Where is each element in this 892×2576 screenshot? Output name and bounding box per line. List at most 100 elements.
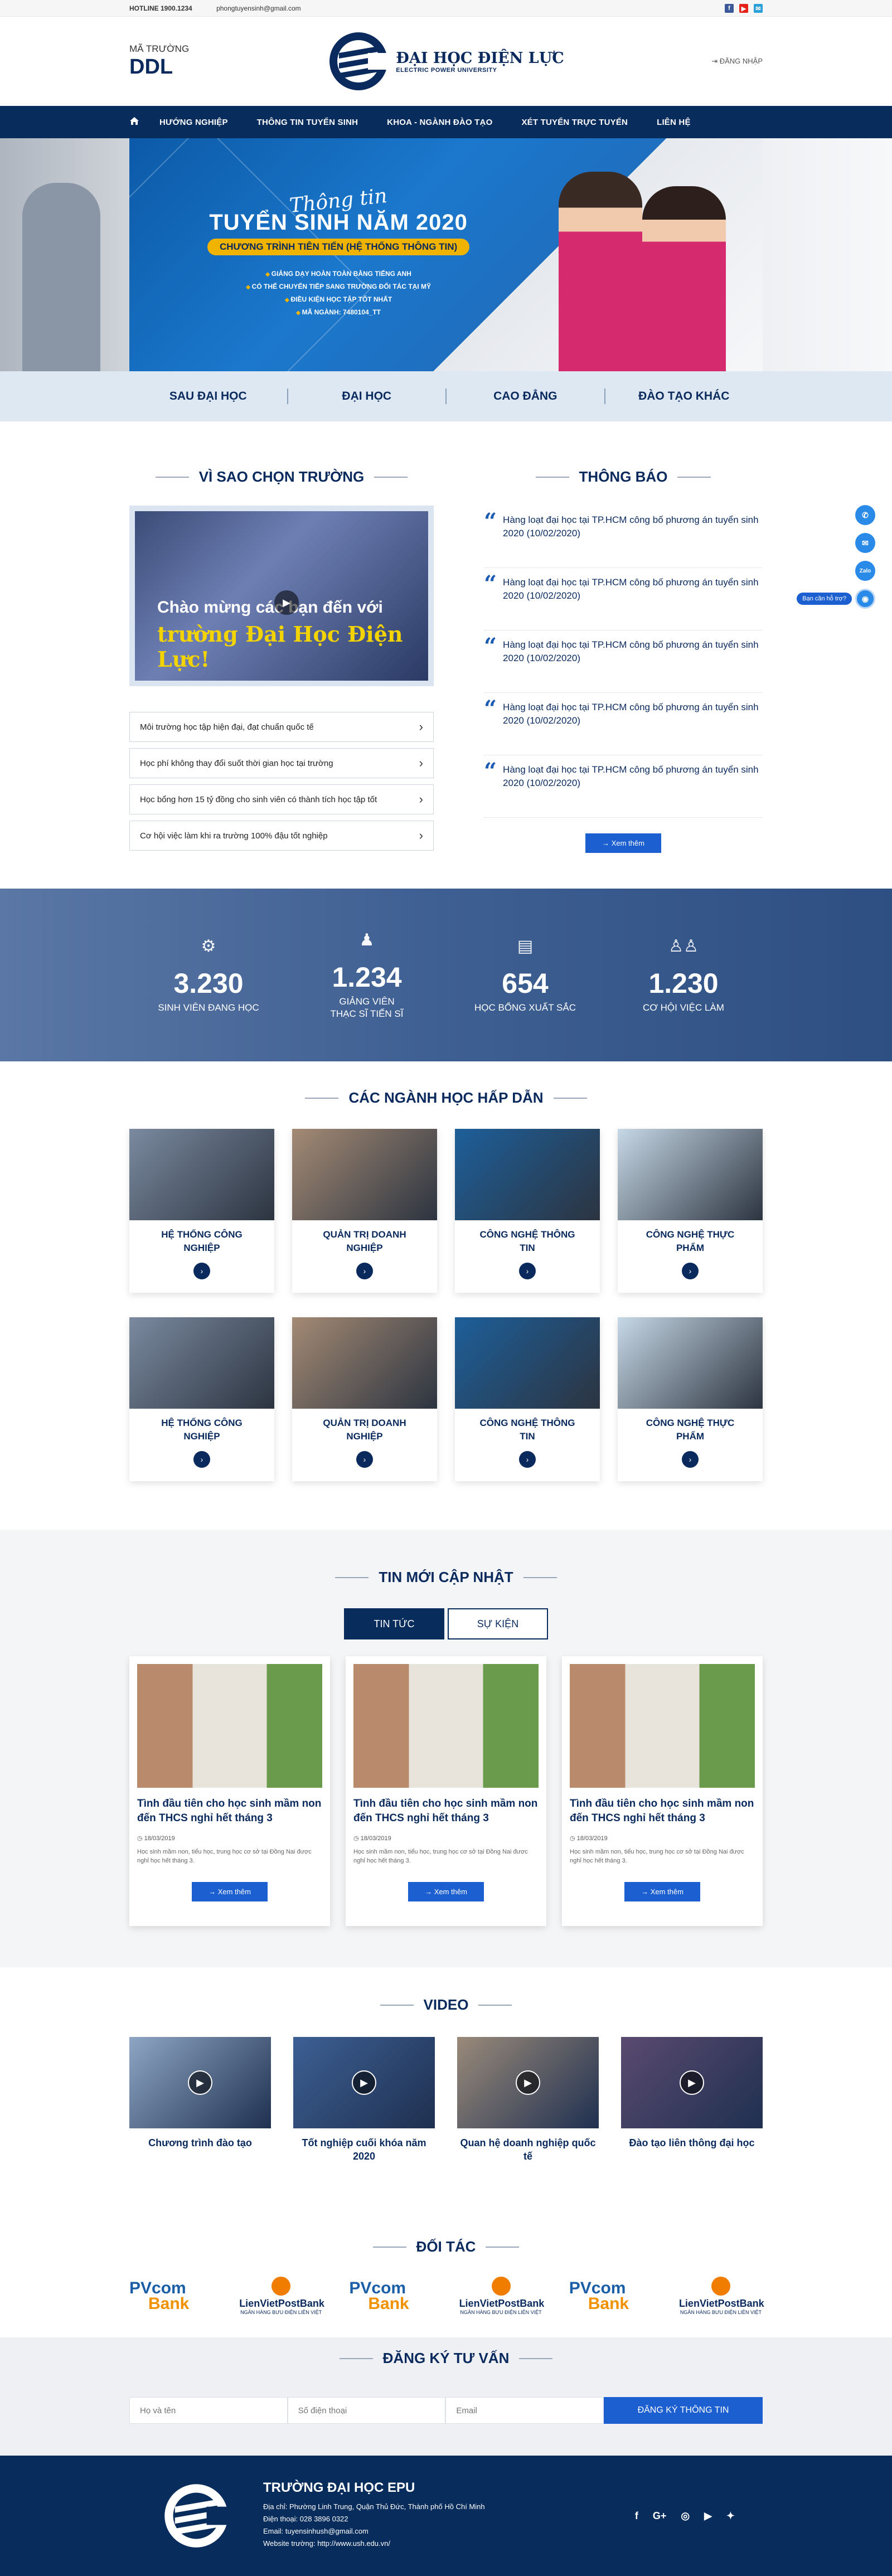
youtube-icon[interactable]: ▶	[704, 2510, 712, 2522]
play-icon[interactable]: ▶	[188, 2070, 212, 2095]
name-field[interactable]	[129, 2397, 288, 2424]
login-link[interactable]: ⇥ ĐĂNG NHẬP	[595, 57, 763, 66]
nav-item-huong-nghiep[interactable]: HƯỚNG NGHIỆP	[145, 118, 243, 127]
why-item[interactable]: Học phí không thay đổi suốt thời gian họ…	[129, 748, 434, 778]
notice-text: Hàng loạt đại học tại TP.HCM công bố phư…	[503, 515, 759, 539]
notice-item[interactable]: “Hàng loạt đại học tại TP.HCM công bố ph…	[484, 693, 763, 755]
help-widget[interactable]: Bạn cần hỗ trợ? ◉	[797, 589, 875, 609]
nav-item-lien-he[interactable]: LIÊN HỆ	[642, 118, 705, 127]
lienvietpostbank-logo[interactable]: LienVietPostBank NGÂN HÀNG BƯU ĐIỆN LIÊN …	[459, 2277, 544, 2315]
intro-video-line2: trường Đại Học Điện Lực!	[157, 622, 403, 672]
hero-banner[interactable]: Thông tin TUYỂN SINH NĂM 2020 CHƯƠNG TRÌ…	[0, 138, 892, 371]
phone-icon[interactable]: ✆	[855, 505, 875, 525]
person-icon: ♟	[359, 930, 375, 949]
news-card[interactable]: Tình đầu tiên cho học sinh mầm non đến T…	[129, 1656, 330, 1926]
video-title: VIDEO	[129, 1996, 763, 2014]
arrow-right-icon[interactable]: ›	[356, 1451, 373, 1468]
submit-button[interactable]: ĐĂNG KÝ THÔNG TIN	[604, 2397, 763, 2424]
arrow-right-icon[interactable]: ›	[519, 1451, 536, 1468]
footer-logo[interactable]	[129, 2482, 263, 2549]
why-item[interactable]: Cơ hội việc làm khi ra trường 100% đậu t…	[129, 821, 434, 851]
video-caption[interactable]: Chương trình đào tạo	[129, 2136, 271, 2150]
major-card[interactable]: QUẢN TRỊ DOANH NGHIỆP ›	[292, 1317, 437, 1481]
footer-website[interactable]: Website trường: http://www.ush.edu.vn/	[263, 2538, 635, 2550]
arrow-right-icon: →	[602, 839, 612, 847]
pvcombank-logo[interactable]: PVcom Bank	[569, 2279, 653, 2312]
email-field[interactable]	[445, 2397, 604, 2424]
youtube-icon[interactable]: ▶	[739, 4, 748, 13]
home-icon[interactable]	[129, 117, 145, 128]
arrow-right-icon[interactable]: ›	[193, 1263, 210, 1279]
why-item[interactable]: Học bổng hơn 15 tỷ đồng cho sinh viên có…	[129, 784, 434, 814]
news-more-button[interactable]: → Xem thêm	[408, 1882, 484, 1901]
major-card[interactable]: QUẢN TRỊ DOANH NGHIỆP ›	[292, 1129, 437, 1293]
news-title-text[interactable]: Tình đầu tiên cho học sinh mầm non đến T…	[570, 1797, 755, 1826]
arrow-right-icon[interactable]: ›	[356, 1263, 373, 1279]
quote-icon: “	[484, 571, 497, 597]
site-logo[interactable]: ĐẠI HỌC ĐIỆN LỰC ELECTRIC POWER UNIVERSI…	[297, 31, 595, 92]
tab-news[interactable]: TIN TỨC	[344, 1608, 444, 1639]
notice-more-button[interactable]: → Xem thêm	[585, 833, 661, 853]
tab-dao-tao-khac[interactable]: ĐÀO TẠO KHÁC	[605, 389, 763, 404]
major-card[interactable]: CÔNG NGHỆ THÔNG TIN ›	[455, 1129, 600, 1293]
tab-dai-hoc[interactable]: ĐẠI HỌC	[288, 389, 447, 404]
news-title-text[interactable]: Tình đầu tiên cho học sinh mầm non đến T…	[137, 1797, 322, 1826]
play-icon[interactable]: ▶	[516, 2070, 540, 2095]
notice-item[interactable]: “Hàng loạt đại học tại TP.HCM công bố ph…	[484, 755, 763, 818]
zalo-icon[interactable]: Zalo	[855, 561, 875, 581]
tab-cao-dang[interactable]: CAO ĐẲNG	[447, 389, 605, 404]
major-card[interactable]: HỆ THỐNG CÔNG NGHIỆP ›	[129, 1317, 274, 1481]
instagram-icon[interactable]: ◎	[681, 2510, 690, 2522]
major-card[interactable]: HỆ THỐNG CÔNG NGHIỆP ›	[129, 1129, 274, 1293]
notice-item[interactable]: “Hàng loạt đại học tại TP.HCM công bố ph…	[484, 506, 763, 568]
video-card[interactable]: ▶ Chương trình đào tạo	[129, 2037, 271, 2163]
news-more-button[interactable]: → Xem thêm	[192, 1882, 268, 1901]
major-card[interactable]: CÔNG NGHỆ THỰC PHẨM ›	[618, 1129, 763, 1293]
twitter-icon[interactable]: ✦	[726, 2510, 735, 2522]
pvcombank-logo[interactable]: PVcom Bank	[129, 2279, 213, 2312]
news-title-text[interactable]: Tình đầu tiên cho học sinh mầm non đến T…	[353, 1797, 539, 1826]
lienvietpostbank-logo[interactable]: LienVietPostBank NGÂN HÀNG BƯU ĐIỆN LIÊN …	[239, 2277, 324, 2315]
nav-item-xet-tuyen[interactable]: XÉT TUYỂN TRỰC TUYẾN	[507, 118, 642, 127]
why-item[interactable]: Môi trường học tập hiện đại, đạt chuẩn q…	[129, 712, 434, 742]
why-title: VÌ SAO CHỌN TRƯỜNG	[129, 468, 434, 486]
facebook-icon[interactable]: f	[635, 2510, 638, 2522]
intro-video[interactable]: Chào mừng các bạn đến với trường Đại Học…	[129, 506, 434, 686]
major-card[interactable]: CÔNG NGHỆ THỰC PHẨM ›	[618, 1317, 763, 1481]
nav-item-tuyen-sinh[interactable]: THÔNG TIN TUYỂN SINH	[243, 118, 373, 127]
tab-sau-dai-hoc[interactable]: SAU ĐẠI HỌC	[129, 389, 288, 404]
video-caption[interactable]: Quan hệ doanh nghiệp quốc tế	[457, 2136, 599, 2163]
google-plus-icon[interactable]: G+	[653, 2510, 667, 2522]
video-caption[interactable]: Tốt nghiệp cuối khóa năm 2020	[293, 2136, 435, 2163]
pvcombank-logo[interactable]: PVcom Bank	[349, 2279, 433, 2312]
news-card[interactable]: Tình đầu tiên cho học sinh mầm non đến T…	[346, 1656, 546, 1926]
consult-form: ĐĂNG KÝ THÔNG TIN	[129, 2397, 763, 2424]
notice-item[interactable]: “Hàng loạt đại học tại TP.HCM công bố ph…	[484, 568, 763, 630]
video-caption[interactable]: Đào tạo liên thông đại học	[621, 2136, 763, 2150]
phone-field[interactable]	[287, 2397, 446, 2424]
partner-name-sub: NGÂN HÀNG BƯU ĐIỆN LIÊN VIỆT	[460, 2310, 542, 2315]
notice-item[interactable]: “Hàng loạt đại học tại TP.HCM công bố ph…	[484, 630, 763, 693]
news-card[interactable]: Tình đầu tiên cho học sinh mầm non đến T…	[562, 1656, 763, 1926]
arrow-right-icon[interactable]: ›	[519, 1263, 536, 1279]
email-icon[interactable]: ✉	[754, 4, 763, 13]
video-card[interactable]: ▶ Tốt nghiệp cuối khóa năm 2020	[293, 2037, 435, 2163]
video-card[interactable]: ▶ Quan hệ doanh nghiệp quốc tế	[457, 2037, 599, 2163]
nav-item-khoa-nganh[interactable]: KHOA - NGÀNH ĐÀO TẠO	[372, 118, 507, 127]
arrow-right-icon[interactable]: ›	[682, 1263, 699, 1279]
video-card[interactable]: ▶ Đào tạo liên thông đại học	[621, 2037, 763, 2163]
play-icon[interactable]: ▶	[274, 590, 299, 615]
messenger-icon[interactable]: ✉	[855, 533, 875, 553]
play-icon[interactable]: ▶	[680, 2070, 704, 2095]
footer-phone: Điện thoại: 028 3896 0322	[263, 2515, 348, 2523]
major-card[interactable]: CÔNG NGHỆ THÔNG TIN ›	[455, 1317, 600, 1481]
play-icon[interactable]: ▶	[352, 2070, 376, 2095]
news-more-button[interactable]: → Xem thêm	[624, 1882, 700, 1901]
tab-events[interactable]: SỰ KIỆN	[448, 1608, 548, 1639]
lienvietpostbank-logo[interactable]: LienVietPostBank NGÂN HÀNG BƯU ĐIỆN LIÊN …	[679, 2277, 764, 2315]
arrow-right-icon[interactable]: ›	[193, 1451, 210, 1468]
arrow-right-icon[interactable]: ›	[682, 1451, 699, 1468]
arrow-right-icon: →	[425, 1888, 434, 1896]
facebook-icon[interactable]: f	[725, 4, 734, 13]
news-more-wrap: → Xem thêm	[137, 1882, 322, 1901]
